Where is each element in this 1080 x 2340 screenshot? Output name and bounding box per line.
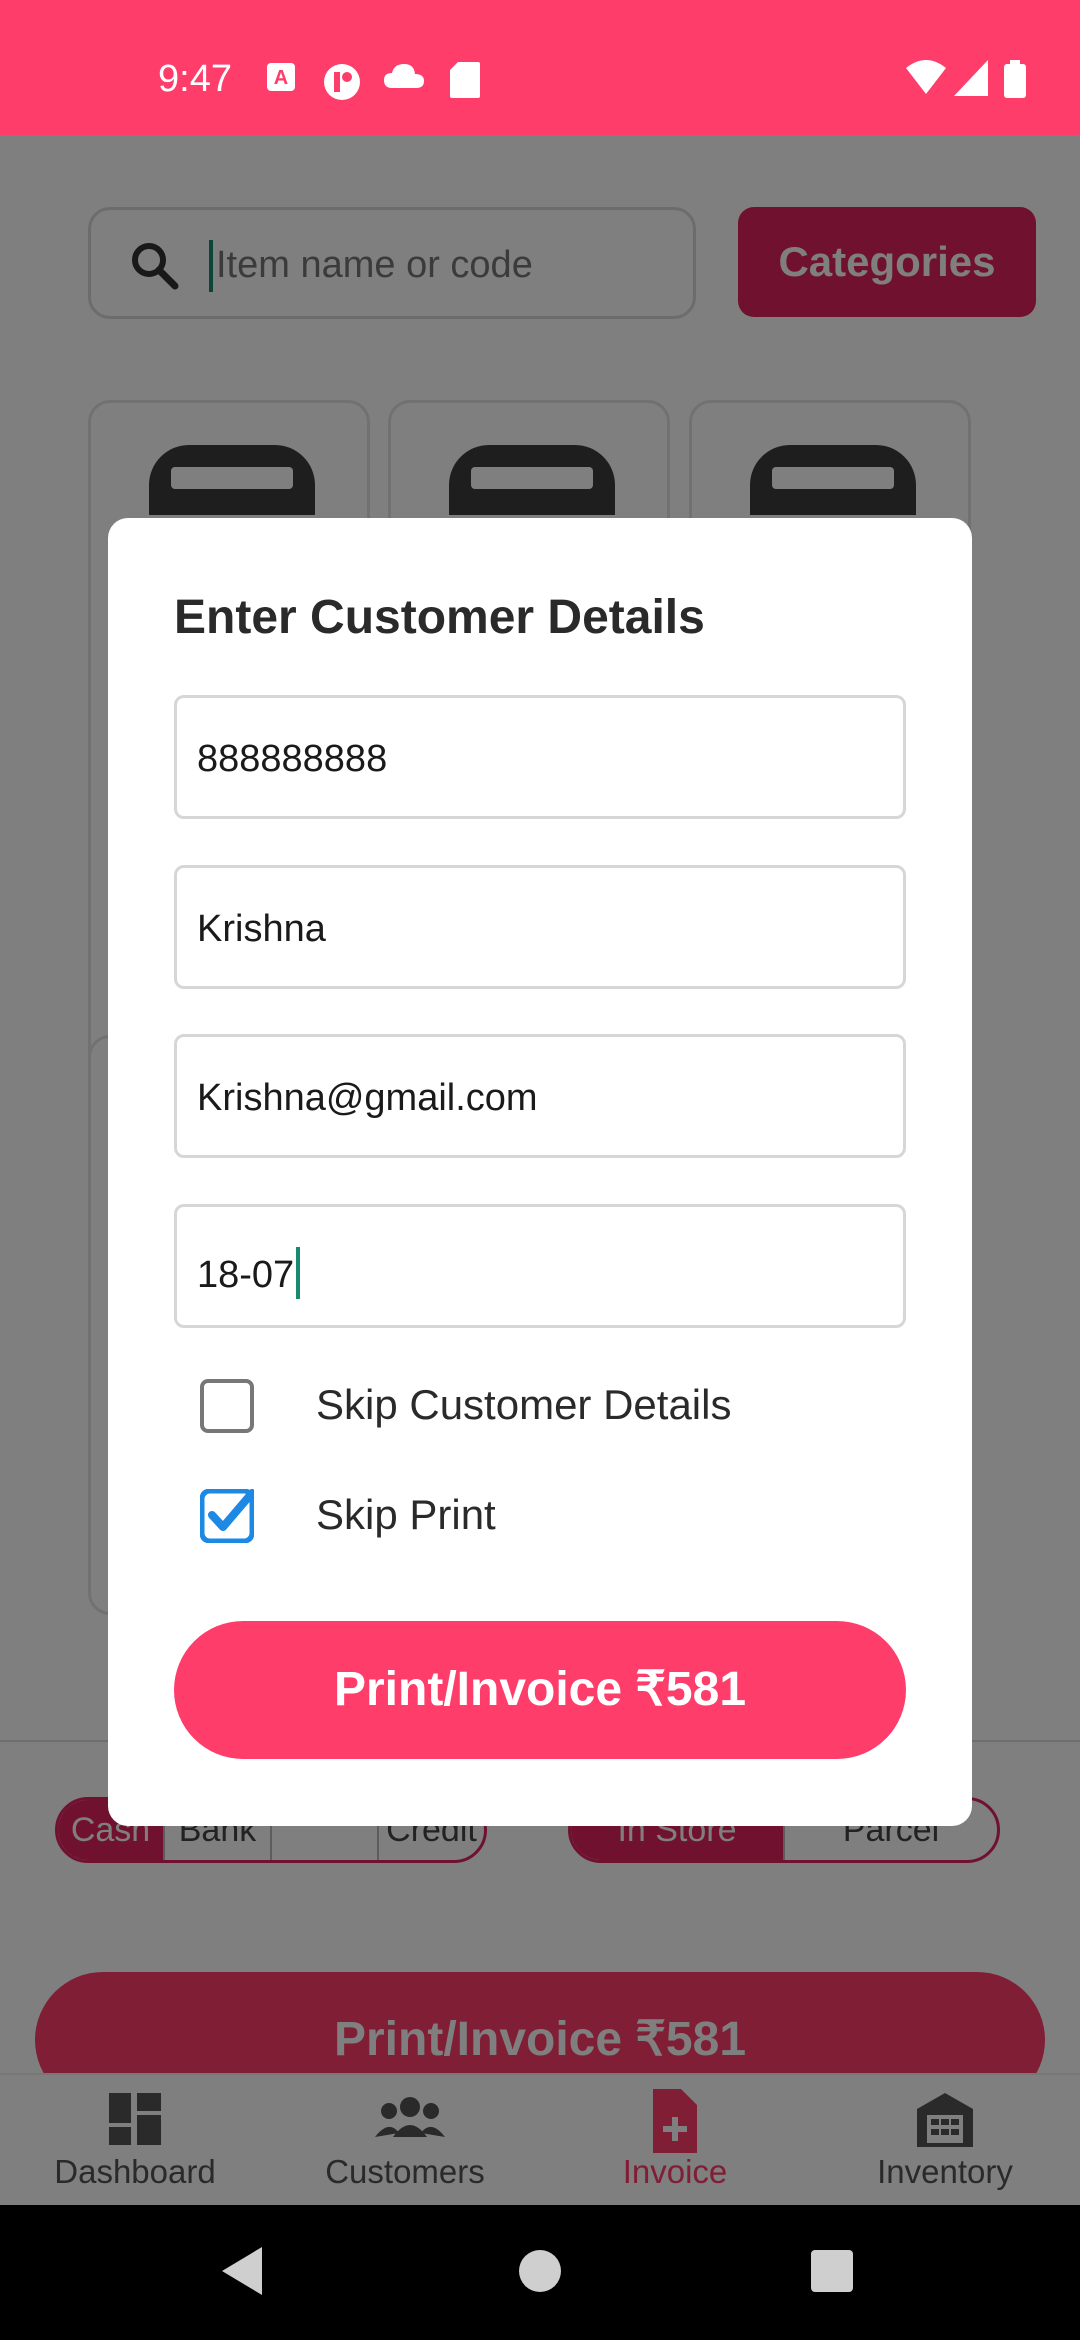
date-value: 18-07 bbox=[197, 1247, 301, 1299]
system-navigation-bar bbox=[0, 2205, 1080, 2340]
skip-print-label: Skip Print bbox=[316, 1491, 496, 1538]
dialog-print-invoice-button[interactable]: Print/Invoice ₹581 bbox=[174, 1621, 906, 1759]
checkmark-icon bbox=[200, 1489, 254, 1543]
skip-customer-details-label: Skip Customer Details bbox=[316, 1381, 732, 1428]
sd-card-icon bbox=[450, 62, 480, 98]
cloud-icon bbox=[384, 64, 424, 88]
name-value: Krishna bbox=[197, 908, 326, 950]
font-a-icon: A bbox=[267, 63, 295, 91]
status-time: 9:47 bbox=[158, 58, 232, 100]
skip-customer-details-row[interactable]: Skip Customer Details bbox=[200, 1371, 900, 1441]
dialog-title: Enter Customer Details bbox=[174, 591, 705, 644]
back-icon[interactable] bbox=[222, 2247, 262, 2295]
status-bar: 9:47 A bbox=[0, 0, 1080, 135]
skip-print-checkbox[interactable] bbox=[200, 1489, 254, 1543]
date-field[interactable]: 18-07 bbox=[174, 1204, 906, 1328]
skip-customer-details-checkbox[interactable] bbox=[200, 1379, 254, 1433]
email-value: Krishna@gmail.com bbox=[197, 1077, 538, 1119]
battery-icon bbox=[1004, 60, 1026, 98]
recent-apps-icon[interactable] bbox=[811, 2250, 853, 2292]
date-text: 18-07 bbox=[197, 1254, 295, 1296]
customer-details-dialog: Enter Customer Details 888888888 Krishna… bbox=[108, 518, 972, 1826]
text-cursor bbox=[296, 1247, 301, 1299]
phone-value: 888888888 bbox=[197, 738, 388, 780]
name-field[interactable]: Krishna bbox=[174, 865, 906, 989]
email-field[interactable]: Krishna@gmail.com bbox=[174, 1034, 906, 1158]
app-icon bbox=[324, 64, 360, 100]
svg-text:A: A bbox=[274, 67, 288, 89]
phone-field[interactable]: 888888888 bbox=[174, 695, 906, 819]
home-icon[interactable] bbox=[519, 2250, 561, 2292]
skip-print-row[interactable]: Skip Print bbox=[200, 1481, 900, 1551]
wifi-icon bbox=[906, 60, 946, 94]
signal-icon bbox=[954, 60, 988, 96]
